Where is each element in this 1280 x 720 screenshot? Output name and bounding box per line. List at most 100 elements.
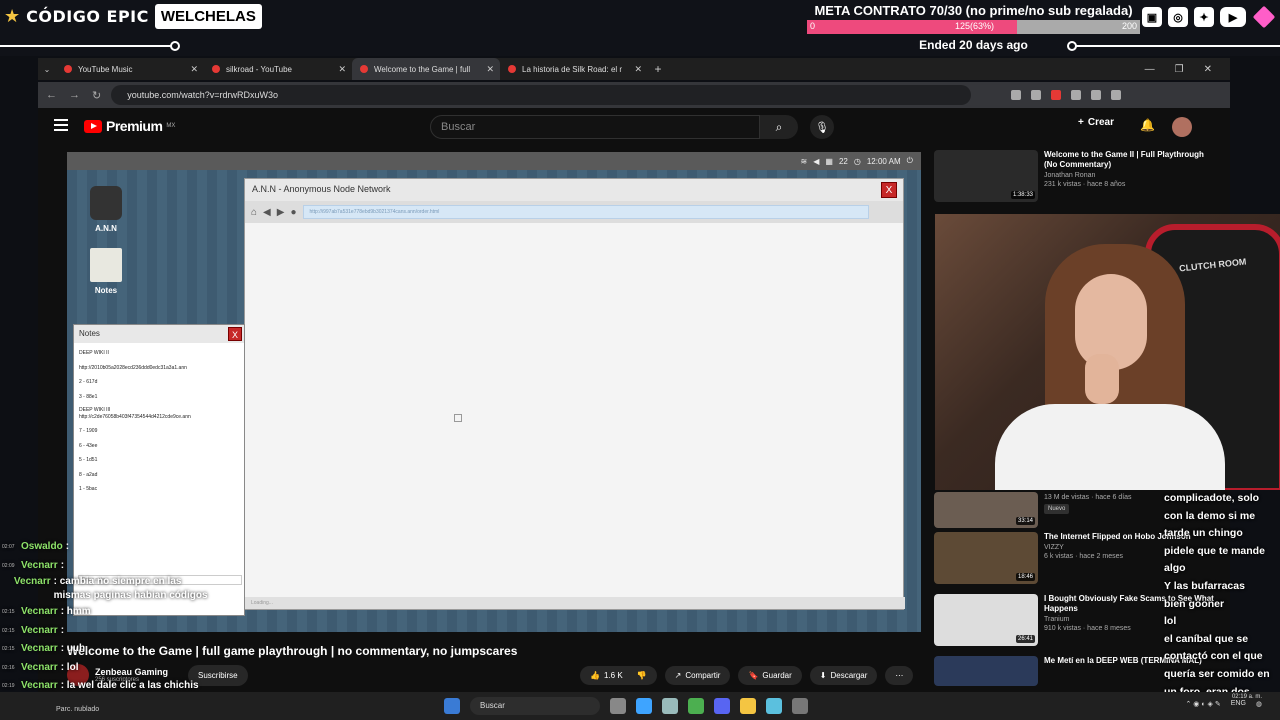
extension-icons: [1011, 90, 1122, 100]
video-thumbnail[interactable]: 33:14: [934, 492, 1038, 528]
recommended-video[interactable]: 1:38:33 Welcome to the Game II | Full Pl…: [934, 150, 1214, 202]
bell-icon[interactable]: 🔔: [1140, 118, 1155, 132]
close-tab-icon[interactable]: ✕: [634, 64, 642, 75]
extension-icon[interactable]: [1011, 90, 1022, 100]
rec-channel: Jonathan Ronan: [1044, 172, 1096, 179]
tab-welcome-to-the-game[interactable]: Welcome to the Game | full ✕: [352, 58, 500, 80]
save-button[interactable]: 🔖 Guardar: [738, 666, 802, 685]
clock-icon: ◷: [853, 156, 861, 166]
tab-list-dropdown-icon[interactable]: ⌄: [38, 65, 56, 74]
thumbs-down-icon[interactable]: 👎: [637, 671, 647, 680]
chat-message: bien gooner: [1164, 597, 1225, 610]
instagram-icon: ◎: [1168, 7, 1188, 27]
close-window-icon[interactable]: ✕: [1204, 64, 1212, 75]
download-button[interactable]: ⬇ Descargar: [809, 666, 878, 685]
extensions-icon[interactable]: [1091, 90, 1102, 100]
new-tab-button[interactable]: +: [648, 62, 668, 76]
file-explorer-icon[interactable]: [740, 698, 756, 714]
profile-icon[interactable]: [1111, 90, 1122, 100]
note-line: http://2010b05a2028ecd236ddd0edc31a3a1.a…: [79, 364, 187, 371]
note-line: 3 - 88e1: [79, 393, 98, 400]
weather-widget[interactable]: Parc. nublado: [56, 706, 99, 713]
chat-message: :: [60, 624, 65, 636]
url-field[interactable]: youtube.com/watch?v=rdrwRDxuW3o: [111, 85, 972, 105]
stream-overlay-header: ★ CÓDIGO EPIC WELCHELAS META CONTRATO 70…: [0, 0, 1280, 56]
close-tab-icon[interactable]: ✕: [486, 64, 494, 75]
more-actions-icon[interactable]: ⋯: [885, 666, 914, 685]
microphone-icon[interactable]: 🎙: [810, 115, 834, 139]
extension-icon[interactable]: [1051, 90, 1062, 100]
taskbar-clock[interactable]: 02:19 a. m.: [1232, 694, 1262, 700]
copilot-icon[interactable]: [636, 698, 652, 714]
system-tray: ⌃ ◉ ◐ ◈ ✎ ENG ◍: [1185, 700, 1262, 708]
reload-icon[interactable]: ↻: [92, 89, 101, 102]
ann-title-bar: A.N.N - Anonymous Node Network X: [245, 179, 903, 201]
speaker-icon: ◀: [813, 156, 820, 166]
tab-youtube-music[interactable]: YouTube Music ✕: [56, 58, 204, 80]
chat-row: 02:15 Vecnarr:: [2, 622, 262, 641]
note-line: 7 - 1909: [79, 428, 98, 434]
task-view-icon[interactable]: [610, 698, 626, 714]
chrome-icon[interactable]: [688, 698, 704, 714]
windows-start-icon[interactable]: [444, 698, 460, 714]
search-icon[interactable]: ⌕: [760, 115, 798, 139]
avatar[interactable]: [1172, 117, 1192, 137]
back-icon: ◀: [263, 206, 271, 218]
address-bar-row: ← → ↻ youtube.com/watch?v=rdrwRDxuW3o: [38, 82, 1230, 108]
chat-user: Oswaldo: [21, 541, 63, 552]
note-line: 6 - 43ee: [79, 442, 98, 449]
create-button[interactable]: + Crear: [1078, 117, 1114, 128]
tab-label: Welcome to the Game | full: [374, 64, 471, 74]
chat-row: 02:15 Vecnarr: uuh: [2, 640, 262, 659]
youtube-logo[interactable]: Premium MX: [84, 118, 175, 134]
chat-user: Vecnarr: [21, 643, 58, 654]
back-icon[interactable]: ←: [46, 89, 57, 102]
network-icon[interactable]: ◍: [1256, 700, 1262, 708]
rec-title[interactable]: Welcome to the Game II | Full Playthroug…: [1044, 150, 1214, 170]
minimize-icon[interactable]: —: [1145, 64, 1155, 75]
chat-row: Vecnarr: cambia no siempre en las mismas…: [2, 575, 212, 603]
extension-icon[interactable]: [1071, 90, 1082, 100]
goal-progress-bar: 0 125(63%) 200: [807, 20, 1140, 34]
extension-icon[interactable]: [1031, 90, 1042, 100]
chat-row: 02:07 Oswaldo:: [2, 538, 262, 557]
plus-icon: +: [1078, 117, 1084, 128]
logo-region: MX: [166, 123, 176, 129]
overlay-divider-dot-right: [1067, 41, 1077, 51]
like-button[interactable]: 👍 1.6 K 👎: [580, 666, 657, 685]
goal-min: 0: [810, 21, 816, 31]
desktop-icon-label: Notes: [94, 286, 118, 295]
taskbar-search[interactable]: Buscar: [470, 697, 600, 715]
chat-time: [2, 575, 11, 603]
chat-message: complicadote, solo con la demo si me tar…: [1164, 492, 1260, 540]
social-icons: ▣ ◎ ✦ ▶: [1142, 5, 1276, 29]
video-thumbnail[interactable]: [934, 656, 1038, 686]
settings-icon[interactable]: [662, 698, 678, 714]
hamburger-menu-icon[interactable]: [54, 119, 68, 131]
share-button[interactable]: ↗ Compartir: [664, 666, 731, 685]
streamer-name: WELCHELAS: [154, 4, 262, 29]
youtube-play-icon: [84, 119, 102, 133]
language-indicator[interactable]: ENG: [1231, 700, 1246, 708]
maximize-icon[interactable]: ❐: [1175, 64, 1184, 75]
tab-historia-silk-road[interactable]: La historia de Silk Road: el may ✕: [500, 58, 648, 80]
close-tab-icon[interactable]: ✕: [190, 64, 198, 75]
forward-icon[interactable]: →: [69, 89, 80, 102]
discord-icon[interactable]: [714, 698, 730, 714]
logo-text: Premium: [106, 118, 163, 134]
video-thumbnail[interactable]: 1:38:33: [934, 150, 1038, 202]
obs-icon[interactable]: [792, 698, 808, 714]
app-icon[interactable]: [766, 698, 782, 714]
search-input[interactable]: Buscar: [430, 115, 760, 139]
close-tab-icon[interactable]: ✕: [338, 64, 346, 75]
tab-silkroad[interactable]: silkroad - YouTube ✕: [204, 58, 352, 80]
video-thumbnail[interactable]: 26:41: [934, 594, 1038, 646]
youtube-favicon-icon: [360, 65, 368, 73]
chat-overlay-right: complicadote, solo con la demo si me tar…: [1164, 490, 1280, 719]
streamer-body: [995, 404, 1225, 490]
rec-meta: 13 M de vistas · hace 6 días Nuevo: [1044, 492, 1132, 528]
chat-time: 02:07: [2, 544, 15, 550]
tray-icons[interactable]: ⌃ ◉ ◐ ◈ ✎: [1185, 700, 1220, 708]
video-thumbnail[interactable]: 18:46: [934, 532, 1038, 584]
youtube-favicon-icon: [212, 65, 220, 73]
